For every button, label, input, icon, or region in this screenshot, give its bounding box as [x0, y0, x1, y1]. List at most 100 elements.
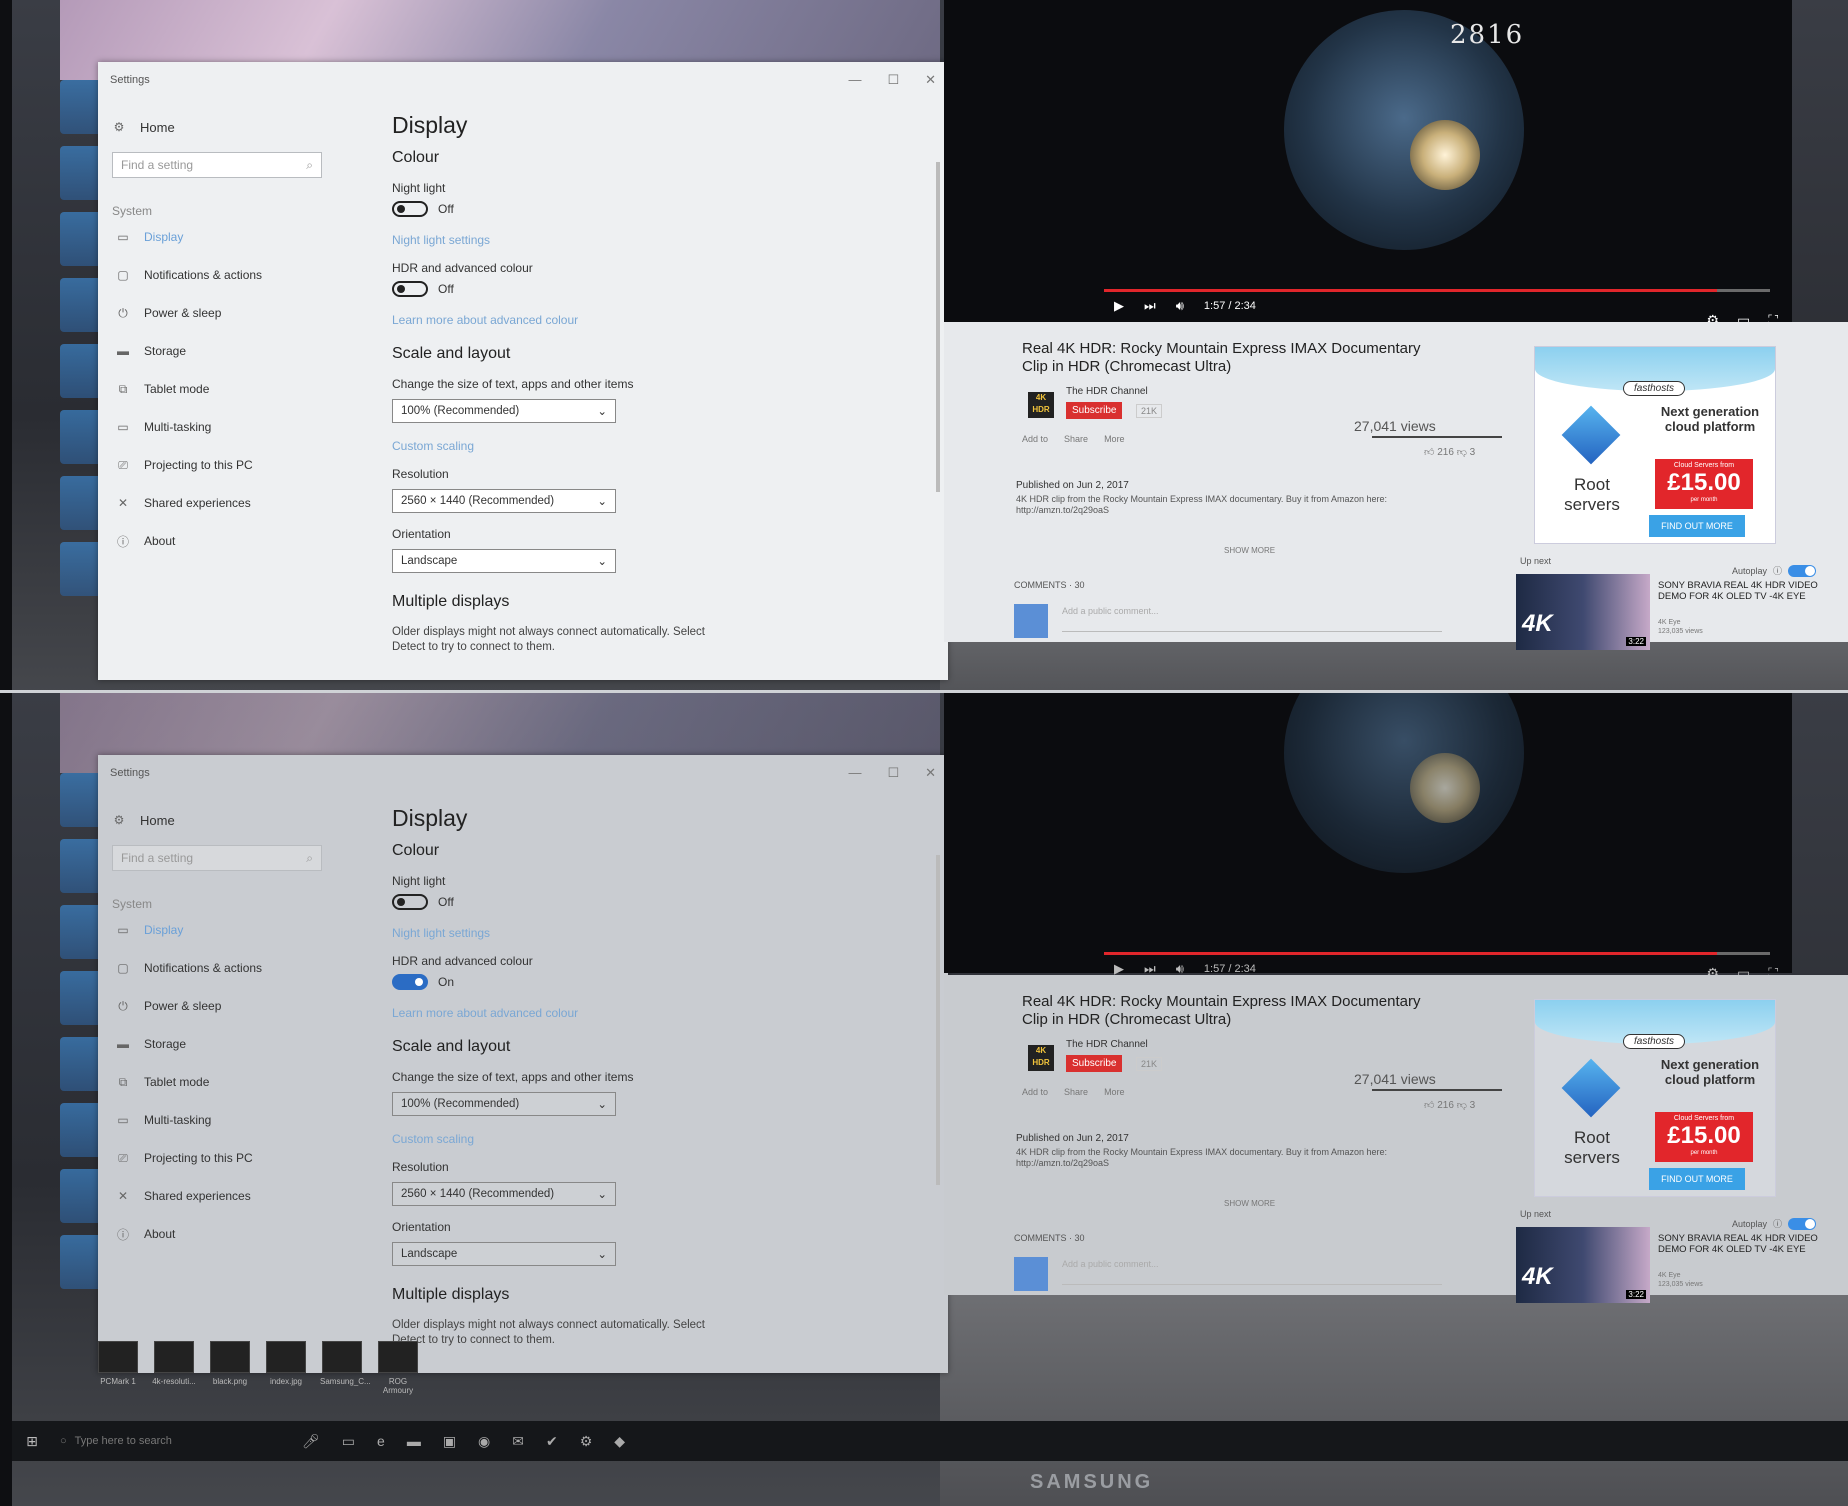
play-icon[interactable]: ▶	[1114, 298, 1124, 314]
find-out-more-button[interactable]: FIND OUT MORE	[1649, 515, 1745, 537]
nav-home[interactable]: ⚙ Home	[112, 805, 362, 835]
advertisement[interactable]: fasthosts Next generation cloud platform…	[1534, 999, 1776, 1197]
comment-input[interactable]: Add a public comment...	[1062, 606, 1442, 632]
sidebar-item-storage[interactable]: ▬ Storage	[112, 1025, 362, 1063]
sidebar-item-power[interactable]: ⏻ Power & sleep	[112, 987, 362, 1025]
resolution-dropdown[interactable]: 2560 × 1440 (Recommended) ⌄	[392, 489, 616, 513]
desktop-file[interactable]: index.jpg	[264, 1341, 308, 1395]
video-progress-bar[interactable]	[1104, 952, 1770, 955]
channel-name[interactable]: The HDR Channel	[1066, 386, 1148, 397]
sidebar-item-storage[interactable]: ▬ Storage	[112, 332, 362, 370]
sidebar-item-notifications[interactable]: ▢ Notifications & actions	[112, 256, 362, 294]
up-next-title[interactable]: SONY BRAVIA REAL 4K HDR VIDEO DEMO FOR 4…	[1658, 1233, 1818, 1256]
night-light-toggle[interactable]	[392, 894, 428, 910]
video-player[interactable]	[944, 693, 1792, 973]
hdr-toggle[interactable]	[392, 281, 428, 297]
close-button[interactable]: ✕	[925, 72, 936, 88]
desktop-file[interactable]: black.png	[208, 1341, 252, 1395]
find-out-more-button[interactable]: FIND OUT MORE	[1649, 1168, 1745, 1190]
subscribe-button[interactable]: Subscribe	[1066, 1055, 1123, 1072]
sidebar-item-tablet[interactable]: ⧉ Tablet mode	[112, 1063, 362, 1101]
volume-icon[interactable]: 🔊︎	[1176, 298, 1184, 314]
orientation-dropdown[interactable]: Landscape ⌄	[392, 1242, 616, 1266]
search-input[interactable]: Find a setting ⌕	[112, 845, 322, 871]
autoplay-toggle[interactable]	[1788, 1217, 1817, 1230]
sidebar-item-power[interactable]: ⏻ Power & sleep	[112, 294, 362, 332]
search-input[interactable]: Find a setting ⌕	[112, 152, 322, 178]
share-button[interactable]: Share	[1064, 434, 1088, 444]
task-view-icon[interactable]: ▭	[342, 1433, 355, 1450]
night-light-settings-link[interactable]: Night light settings	[392, 926, 912, 940]
custom-scaling-link[interactable]: Custom scaling	[392, 1132, 912, 1146]
more-button[interactable]: More	[1104, 434, 1125, 444]
nav-home[interactable]: ⚙ Home	[112, 112, 362, 142]
hdr-learn-more-link[interactable]: Learn more about advanced colour	[392, 313, 912, 327]
sidebar-item-shared[interactable]: ✕ Shared experiences	[112, 484, 362, 522]
app-icon[interactable]: ✔	[546, 1433, 558, 1450]
scrollbar[interactable]	[936, 855, 940, 1185]
desktop-file[interactable]: ROG Armoury	[376, 1341, 420, 1395]
add-to-button[interactable]: Add to	[1022, 1087, 1048, 1097]
advertisement[interactable]: fasthosts Next generation cloud platform…	[1534, 346, 1776, 544]
orientation-dropdown[interactable]: Landscape ⌄	[392, 549, 616, 573]
next-icon[interactable]: ⏭	[1144, 298, 1156, 314]
share-button[interactable]: Share	[1064, 1087, 1088, 1097]
sidebar-item-about[interactable]: ⓘ About	[112, 1215, 362, 1253]
chrome-icon[interactable]: ◉	[478, 1433, 490, 1450]
up-next-title[interactable]: SONY BRAVIA REAL 4K HDR VIDEO DEMO FOR 4…	[1658, 580, 1818, 603]
thumbs-down-icon[interactable]: 👎︎	[1457, 1100, 1467, 1111]
close-button[interactable]: ✕	[925, 765, 936, 781]
maximize-button[interactable]: ☐	[887, 765, 899, 781]
sidebar-item-display[interactable]: ▭ Display	[112, 218, 362, 256]
add-to-button[interactable]: Add to	[1022, 434, 1048, 444]
sidebar-item-display[interactable]: ▭ Display	[112, 911, 362, 949]
settings-icon[interactable]: ⚙	[580, 1433, 593, 1450]
edge-icon[interactable]: e	[377, 1433, 385, 1450]
minimize-button[interactable]: —	[848, 765, 861, 781]
thumbs-up-icon[interactable]: 👍︎	[1424, 447, 1434, 458]
video-player[interactable]	[944, 0, 1792, 330]
file-explorer-icon[interactable]: ▬	[407, 1433, 421, 1450]
more-button[interactable]: More	[1104, 1087, 1125, 1097]
sidebar-item-tablet[interactable]: ⧉ Tablet mode	[112, 370, 362, 408]
channel-avatar[interactable]: 4K HDR	[1028, 1045, 1054, 1071]
mail-icon[interactable]: ✉	[512, 1433, 524, 1450]
app-icon[interactable]: ◆	[614, 1433, 625, 1450]
taskbar-search[interactable]: ○ Type here to search	[52, 1426, 292, 1456]
subscribe-button[interactable]: Subscribe	[1066, 402, 1123, 419]
scale-dropdown[interactable]: 100% (Recommended) ⌄	[392, 1092, 616, 1116]
sidebar-item-notifications[interactable]: ▢ Notifications & actions	[112, 949, 362, 987]
settings-titlebar[interactable]: Settings	[98, 62, 948, 98]
sidebar-item-about[interactable]: ⓘ About	[112, 522, 362, 560]
thumbs-up-icon[interactable]: 👍︎	[1424, 1100, 1434, 1111]
settings-titlebar[interactable]: Settings	[98, 755, 948, 791]
autoplay-toggle[interactable]	[1788, 564, 1817, 577]
scrollbar[interactable]	[936, 162, 940, 492]
hdr-learn-more-link[interactable]: Learn more about advanced colour	[392, 1006, 912, 1020]
sidebar-item-projecting[interactable]: ⎚ Projecting to this PC	[112, 446, 362, 484]
maximize-button[interactable]: ☐	[887, 72, 899, 88]
scale-dropdown[interactable]: 100% (Recommended) ⌄	[392, 399, 616, 423]
video-progress-bar[interactable]	[1104, 289, 1770, 292]
desktop-file[interactable]: 4k-resoluti...	[152, 1341, 196, 1395]
sidebar-item-projecting[interactable]: ⎚ Projecting to this PC	[112, 1139, 362, 1177]
resolution-dropdown[interactable]: 2560 × 1440 (Recommended) ⌄	[392, 1182, 616, 1206]
store-icon[interactable]: ▣	[443, 1433, 456, 1450]
channel-avatar[interactable]: 4K HDR	[1028, 392, 1054, 418]
night-light-toggle[interactable]	[392, 201, 428, 217]
night-light-settings-link[interactable]: Night light settings	[392, 233, 912, 247]
microphone-icon[interactable]: 🎤︎	[302, 1433, 320, 1450]
hdr-toggle[interactable]	[392, 974, 428, 990]
comment-input[interactable]: Add a public comment...	[1062, 1259, 1442, 1285]
minimize-button[interactable]: —	[848, 72, 861, 88]
up-next-thumbnail[interactable]: 4K 3:22	[1516, 1227, 1650, 1303]
sidebar-item-multitasking[interactable]: ▭ Multi-tasking	[112, 1101, 362, 1139]
custom-scaling-link[interactable]: Custom scaling	[392, 439, 912, 453]
desktop-file[interactable]: PCMark 1	[96, 1341, 140, 1395]
windows-start-icon[interactable]: ⊞	[12, 1433, 52, 1450]
channel-name[interactable]: The HDR Channel	[1066, 1039, 1148, 1050]
desktop-file[interactable]: Samsung_C...	[320, 1341, 371, 1395]
show-more-button[interactable]: SHOW MORE	[1224, 546, 1275, 555]
sidebar-item-multitasking[interactable]: ▭ Multi-tasking	[112, 408, 362, 446]
show-more-button[interactable]: SHOW MORE	[1224, 1199, 1275, 1208]
